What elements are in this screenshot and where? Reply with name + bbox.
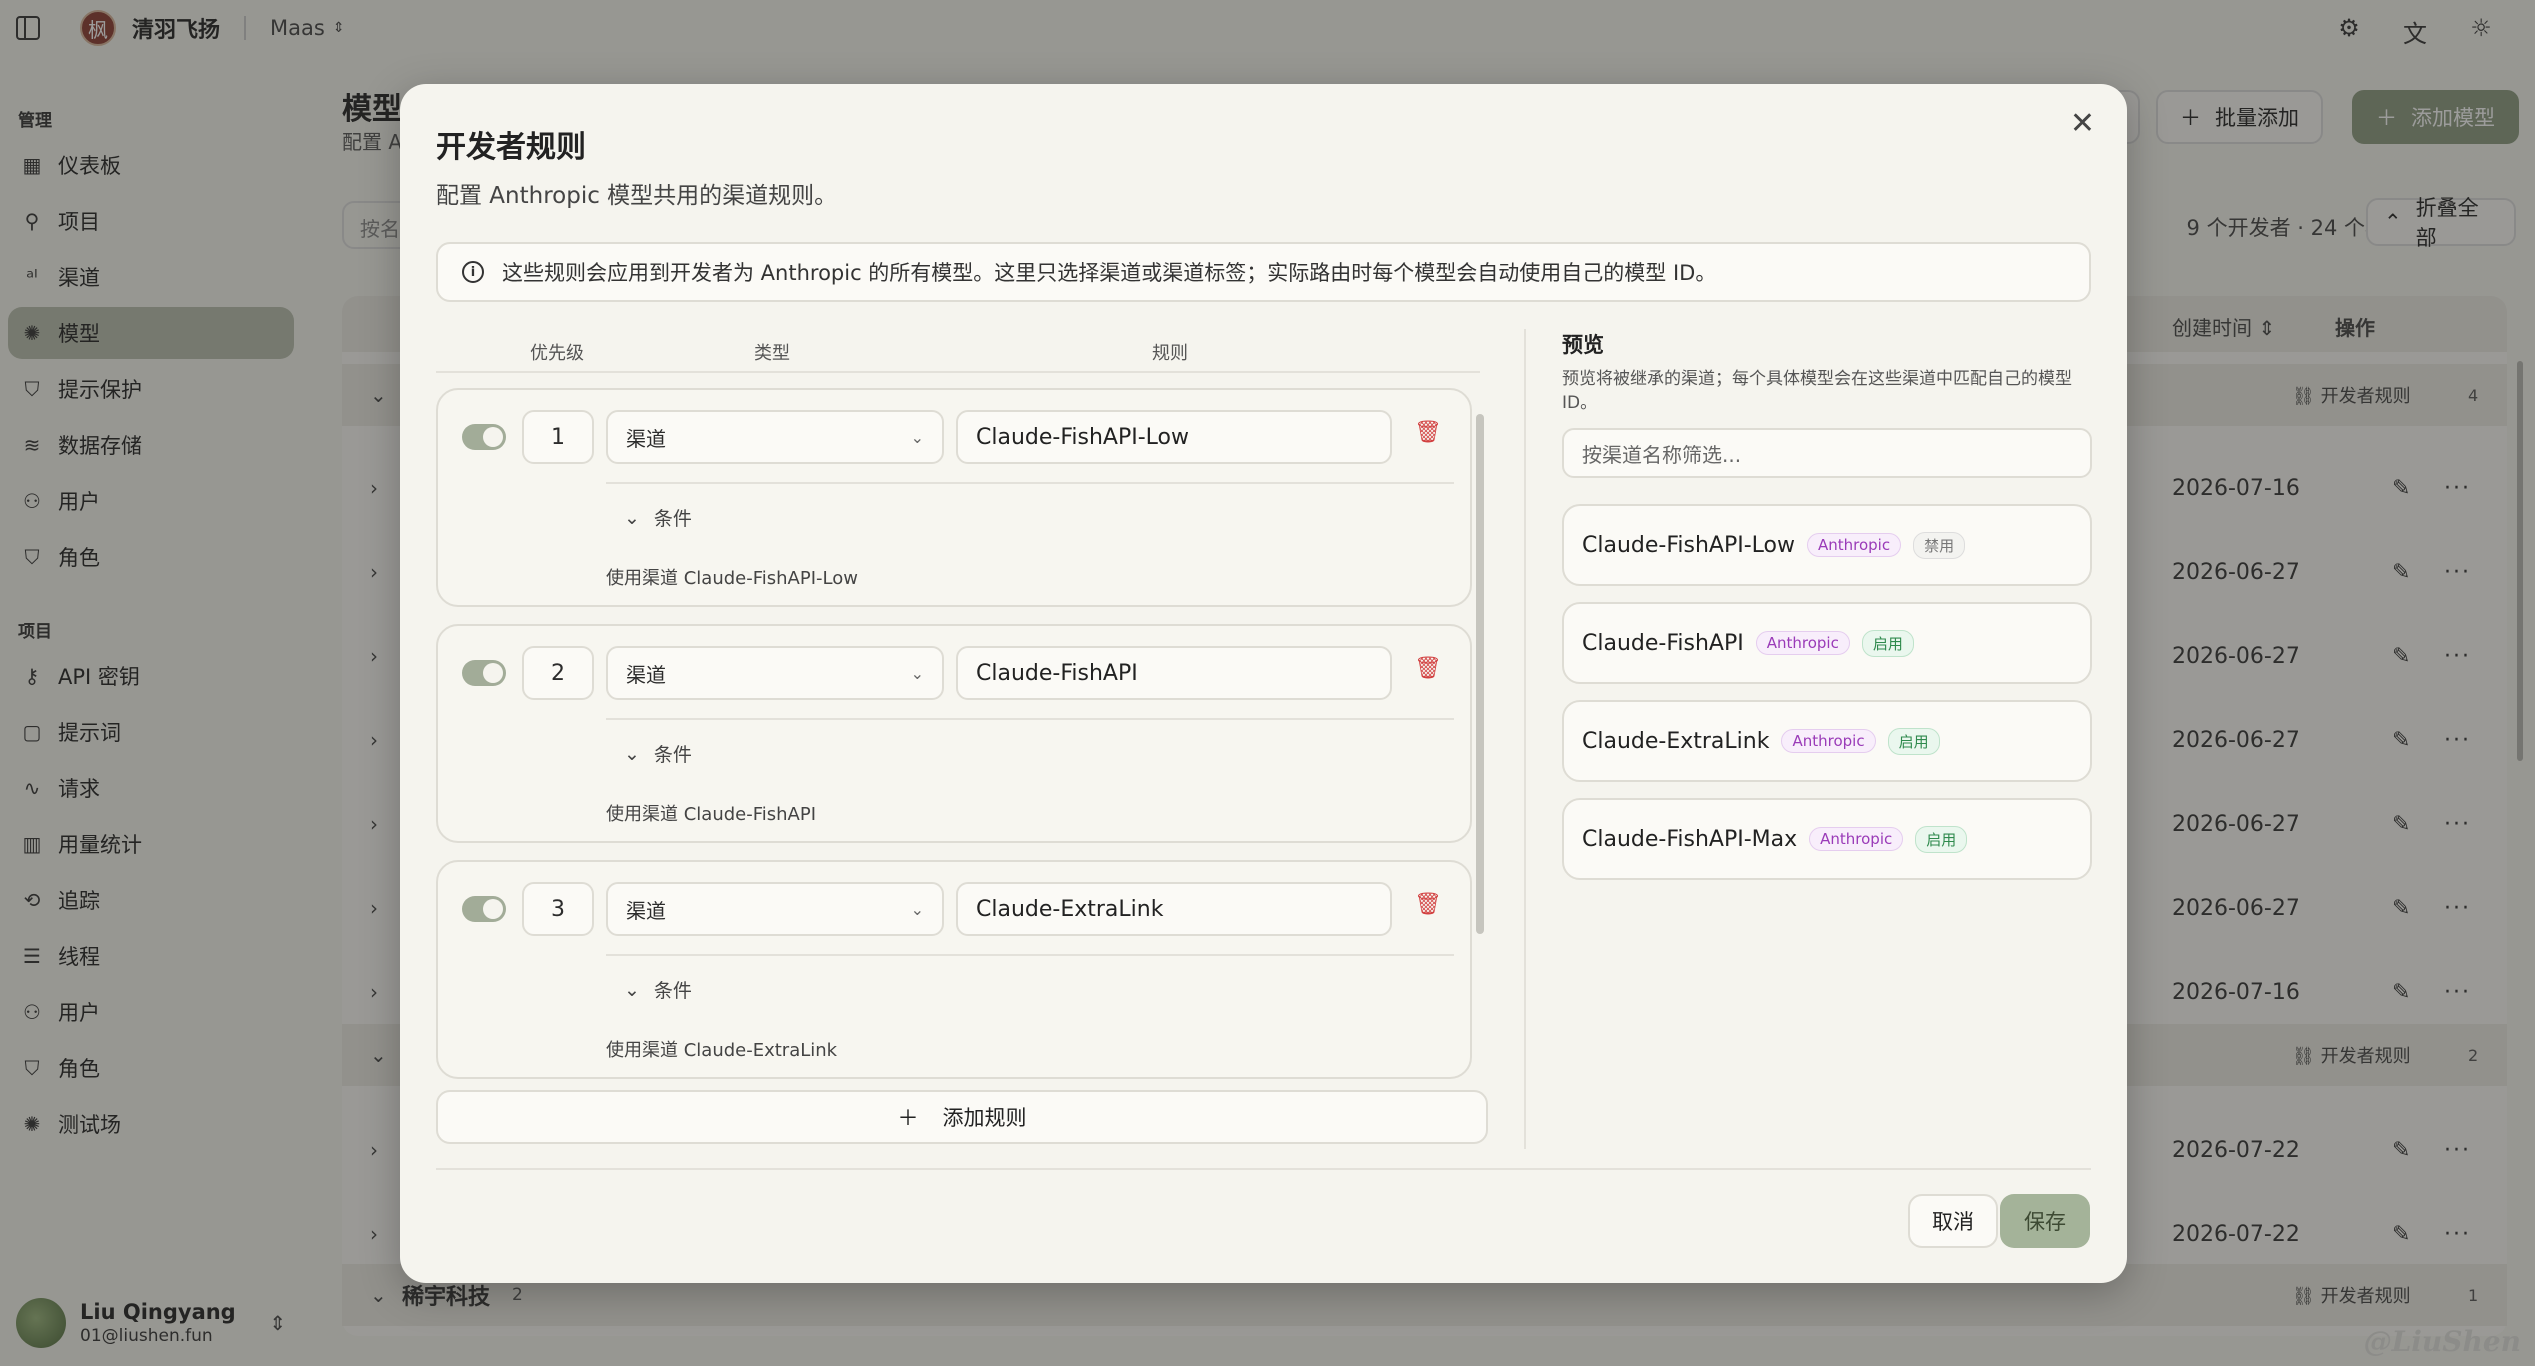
preview-channel-item: Claude-FishAPI-Max Anthropic 启用 <box>1562 798 2092 880</box>
column-divider <box>1524 329 1526 1149</box>
plus-icon: ＋ <box>897 1106 919 1130</box>
channel-name: Claude-FishAPI <box>1582 630 1744 656</box>
rule-type-select[interactable]: 渠道 ⌄ <box>606 882 944 936</box>
col-rule: 规则 <box>1152 343 1188 364</box>
trash-icon[interactable]: 🗑 <box>1414 656 1442 681</box>
info-banner: i 这些规则会应用到开发者为 Anthropic 的所有模型。这里只选择渠道或渠… <box>436 242 2091 302</box>
status-badge: 启用 <box>1887 727 1940 755</box>
trash-icon[interactable]: 🗑 <box>1414 892 1442 917</box>
save-button[interactable]: 保存 <box>2000 1194 2090 1248</box>
rule-type-value: 渠道 <box>626 426 666 451</box>
dialog-footer-divider <box>436 1168 2091 1170</box>
chevron-down-icon: ⌄ <box>910 899 924 919</box>
rule-value-input[interactable]: Claude-FishAPI-Low <box>956 410 1392 464</box>
add-rule-label: 添加规则 <box>942 1106 1027 1130</box>
priority-input[interactable]: 3 <box>522 882 594 936</box>
chevron-down-icon: ⌄ <box>624 506 640 529</box>
vendor-badge: Anthropic <box>1809 827 1904 851</box>
preview-channel-item: Claude-FishAPI-Low Anthropic 禁用 <box>1562 504 2092 586</box>
channel-name: Claude-ExtraLink <box>1582 728 1770 754</box>
condition-toggle[interactable]: ⌄ 条件 <box>624 976 692 1003</box>
chevron-down-icon: ⌄ <box>910 663 924 683</box>
chevron-down-icon: ⌄ <box>624 978 640 1001</box>
channel-name: Claude-FishAPI-Max <box>1582 826 1798 852</box>
chevron-down-icon: ⌄ <box>624 742 640 765</box>
preview-channel-item: Claude-ExtraLink Anthropic 启用 <box>1562 700 2092 782</box>
preview-filter-input[interactable]: 按渠道名称筛选... <box>1562 428 2092 478</box>
vendor-badge: Anthropic <box>1806 533 1902 557</box>
status-badge: 禁用 <box>1913 531 1966 559</box>
rule-divider <box>606 718 1454 720</box>
vendor-badge: Anthropic <box>1781 729 1876 753</box>
condition-toggle[interactable]: ⌄ 条件 <box>624 740 692 767</box>
channel-name: Claude-FishAPI-Low <box>1582 532 1795 558</box>
rule-usage-text: 使用渠道 Claude-ExtraLink <box>606 1040 838 1061</box>
rule-usage-text: 使用渠道 Claude-FishAPI-Low <box>606 568 858 589</box>
rule-usage-text: 使用渠道 Claude-FishAPI <box>606 804 817 825</box>
rule-card: 2 渠道 ⌄ Claude-FishAPI 🗑 ⌄ 条件 使用渠道 Claude… <box>436 624 1472 843</box>
rule-type-value: 渠道 <box>626 662 666 687</box>
dialog-title: 开发者规则 <box>436 130 586 165</box>
status-badge: 启用 <box>1915 825 1968 853</box>
rule-value-input[interactable]: Claude-ExtraLink <box>956 882 1392 936</box>
dialog-description: 配置 Anthropic 模型共用的渠道规则。 <box>436 183 838 209</box>
developer-rules-dialog: ✕ 开发者规则 配置 Anthropic 模型共用的渠道规则。 i 这些规则会应… <box>400 84 2127 1283</box>
rule-enabled-toggle[interactable] <box>462 424 506 450</box>
condition-label: 条件 <box>653 980 692 1002</box>
condition-toggle[interactable]: ⌄ 条件 <box>624 504 692 531</box>
rule-card: 1 渠道 ⌄ Claude-FishAPI-Low 🗑 ⌄ 条件 使用渠道 Cl… <box>436 388 1472 607</box>
preview-channel-item: Claude-FishAPI Anthropic 启用 <box>1562 602 2092 684</box>
rule-divider <box>606 482 1454 484</box>
rules-header: 优先级 类型 规则 <box>436 329 1480 373</box>
rule-divider <box>606 954 1454 956</box>
rule-card: 3 渠道 ⌄ Claude-ExtraLink 🗑 ⌄ 条件 使用渠道 Clau… <box>436 860 1472 1079</box>
condition-label: 条件 <box>653 508 692 530</box>
cancel-button[interactable]: 取消 <box>1908 1194 1998 1248</box>
rule-enabled-toggle[interactable] <box>462 896 506 922</box>
rule-value-input[interactable]: Claude-FishAPI <box>956 646 1392 700</box>
rule-type-select[interactable]: 渠道 ⌄ <box>606 410 944 464</box>
col-type: 类型 <box>754 343 790 364</box>
close-icon[interactable]: ✕ <box>2070 106 2095 141</box>
rule-type-select[interactable]: 渠道 ⌄ <box>606 646 944 700</box>
priority-input[interactable]: 2 <box>522 646 594 700</box>
vendor-badge: Anthropic <box>1755 631 1850 655</box>
col-priority: 优先级 <box>530 343 584 364</box>
condition-label: 条件 <box>653 744 692 766</box>
rule-type-value: 渠道 <box>626 898 666 923</box>
chevron-down-icon: ⌄ <box>910 427 924 447</box>
info-text: 这些规则会应用到开发者为 Anthropic 的所有模型。这里只选择渠道或渠道标… <box>502 261 1717 285</box>
preview-description: 预览将被继承的渠道；每个具体模型会在这些渠道中匹配自己的模型 ID。 <box>1562 369 2072 413</box>
status-badge: 启用 <box>1861 629 1914 657</box>
rules-list: 1 渠道 ⌄ Claude-FishAPI-Low 🗑 ⌄ 条件 使用渠道 Cl… <box>436 384 1480 1149</box>
add-rule-button[interactable]: ＋ 添加规则 <box>436 1090 1488 1144</box>
preview-title: 预览 <box>1562 333 1604 357</box>
rules-scrollbar[interactable] <box>1476 414 1484 934</box>
rule-enabled-toggle[interactable] <box>462 660 506 686</box>
trash-icon[interactable]: 🗑 <box>1414 420 1442 445</box>
priority-input[interactable]: 1 <box>522 410 594 464</box>
info-icon: i <box>462 261 484 283</box>
